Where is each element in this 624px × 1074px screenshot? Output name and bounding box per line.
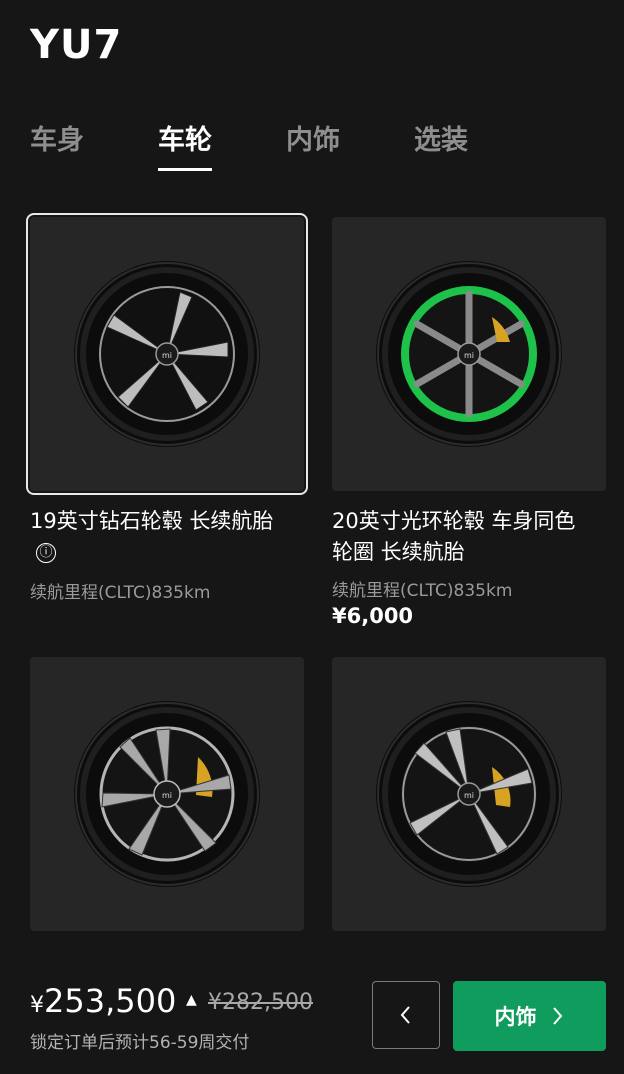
next-button-label: 内饰 <box>494 1005 537 1029</box>
wheel-halo-price: ¥6,000 <box>332 604 414 628</box>
wheel-diamond-name: 19英寸钻石轮毂 长续航胎 <box>30 509 274 533</box>
caret-up-icon[interactable]: ▲ <box>186 992 197 1008</box>
tab-body[interactable]: 车身 <box>30 118 84 171</box>
brand-logo: YU7 <box>30 22 123 68</box>
svg-text:mi: mi <box>162 351 172 360</box>
total-price-value: 253,500 <box>44 982 177 1020</box>
total-price: ¥253,500 <box>30 982 176 1020</box>
wheel-halo-range: 续航里程(CLTC)835km <box>332 581 513 601</box>
wheel-option-halo[interactable]: mi <box>332 217 606 491</box>
svg-text:mi: mi <box>464 791 474 800</box>
wheel-halo-image: mi <box>376 261 562 447</box>
wheel-option-3[interactable]: mi <box>30 657 304 931</box>
currency-symbol: ¥ <box>30 993 44 1018</box>
info-icon[interactable]: ⓘ <box>36 543 56 563</box>
tab-interior[interactable]: 内饰 <box>286 118 340 171</box>
wheel-diamond-range: 续航里程(CLTC)835km <box>30 583 211 603</box>
next-interior-button[interactable]: 内饰 <box>453 981 606 1051</box>
original-price: ¥282,500 <box>208 990 313 1015</box>
wheel-3-image: mi <box>74 701 260 887</box>
svg-text:mi: mi <box>464 351 474 360</box>
wheel-option-4[interactable]: mi <box>332 657 606 931</box>
wheel-halo-name: 20英寸光环轮毂 车身同色轮圈 长续航胎 <box>332 509 576 564</box>
config-tabs: 车身 车轮 内饰 选装 <box>30 118 542 171</box>
chevron-left-icon <box>400 1006 410 1024</box>
tab-wheels[interactable]: 车轮 <box>158 118 212 171</box>
wheel-option-diamond[interactable]: mi <box>26 213 308 495</box>
svg-text:mi: mi <box>162 791 172 800</box>
wheel-4-image: mi <box>376 701 562 887</box>
prev-button[interactable] <box>372 981 440 1049</box>
wheel-diamond-image: mi <box>74 261 260 447</box>
tab-options[interactable]: 选装 <box>414 118 468 171</box>
chevron-right-icon <box>552 1007 562 1025</box>
delivery-estimate: 锁定订单后预计56-59周交付 <box>30 1033 250 1053</box>
